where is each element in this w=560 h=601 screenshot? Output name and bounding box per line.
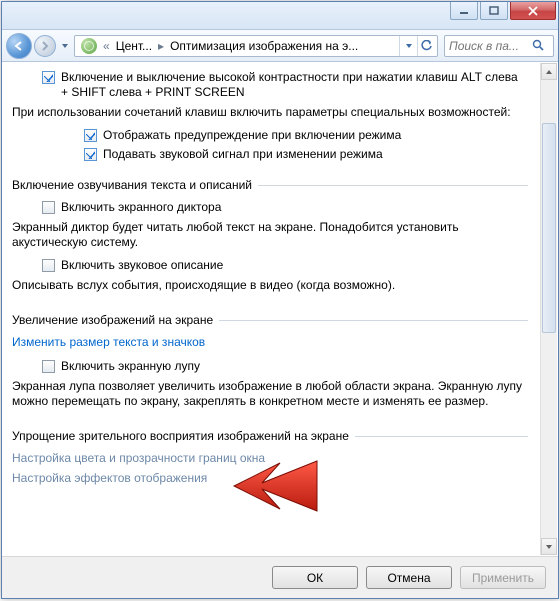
checkbox-narrator[interactable] bbox=[42, 201, 55, 214]
label-audio-description: Включить звуковое описание bbox=[61, 258, 223, 273]
titlebar bbox=[2, 2, 558, 30]
apply-button[interactable]: Применить bbox=[460, 566, 546, 589]
address-dropdown[interactable] bbox=[399, 36, 417, 56]
address-bar[interactable]: « Цент... ▸ Оптимизация изображения на э… bbox=[74, 35, 438, 57]
checkbox-audio-description[interactable] bbox=[42, 259, 55, 272]
checkbox-magnifier[interactable] bbox=[42, 360, 55, 373]
search-icon bbox=[529, 37, 547, 55]
scroll-down-button[interactable] bbox=[541, 538, 557, 555]
refresh-button[interactable] bbox=[417, 36, 435, 56]
navbar: « Цент... ▸ Оптимизация изображения на э… bbox=[2, 30, 558, 62]
divider bbox=[258, 185, 528, 186]
cancel-button[interactable]: Отмена bbox=[366, 566, 452, 589]
link-display-effects[interactable]: Настройка эффектов отображения bbox=[12, 471, 207, 485]
maximize-button[interactable] bbox=[480, 2, 508, 20]
desc-high-contrast: При использовании сочетаний клавиш включ… bbox=[12, 102, 528, 126]
content-area: Включение и выключение высокой контрастн… bbox=[2, 62, 558, 556]
breadcrumb-sep-icon: « bbox=[101, 39, 112, 53]
scrollbar-thumb[interactable] bbox=[542, 123, 556, 333]
breadcrumb-seg-1[interactable]: Цент... bbox=[112, 39, 156, 53]
dialog-footer: ОК Отмена Применить bbox=[2, 556, 558, 598]
link-resize-text-icons[interactable]: Изменить размер текста и значков bbox=[12, 335, 205, 349]
divider bbox=[355, 436, 528, 437]
nav-back-button[interactable] bbox=[6, 33, 32, 59]
desc-magnifier: Экранная лупа позволяет увеличить изобра… bbox=[12, 376, 528, 415]
nav-history-dropdown[interactable] bbox=[58, 33, 72, 59]
divider bbox=[219, 320, 528, 321]
close-button[interactable] bbox=[510, 2, 556, 20]
minimize-button[interactable] bbox=[450, 2, 478, 20]
checkbox-play-sound[interactable] bbox=[84, 148, 97, 161]
checkbox-show-warning[interactable] bbox=[84, 129, 97, 142]
chevron-right-icon: ▸ bbox=[156, 39, 166, 53]
label-narrator: Включить экранного диктора bbox=[61, 200, 221, 215]
desc-audio-description: Описывать вслух события, происходящие в … bbox=[12, 275, 528, 299]
label-show-warning: Отображать предупреждение при включении … bbox=[103, 128, 401, 143]
label-high-contrast-toggle: Включение и выключение высокой контрастн… bbox=[61, 70, 528, 100]
ok-button[interactable]: ОК bbox=[272, 566, 358, 589]
label-magnifier: Включить экранную лупу bbox=[61, 359, 200, 374]
desc-narrator: Экранный диктор будет читать любой текст… bbox=[12, 217, 528, 256]
breadcrumb-seg-2[interactable]: Оптимизация изображения на э... bbox=[166, 39, 362, 53]
checkbox-high-contrast-toggle[interactable] bbox=[42, 71, 55, 84]
vertical-scrollbar[interactable] bbox=[540, 63, 557, 555]
section-title-narration: Включение озвучивания текста и описаний bbox=[12, 178, 252, 192]
scroll-up-button[interactable] bbox=[541, 63, 557, 80]
control-panel-icon bbox=[81, 38, 97, 54]
link-window-border-color[interactable]: Настройка цвета и прозрачности границ ок… bbox=[12, 451, 265, 465]
window-frame: « Цент... ▸ Оптимизация изображения на э… bbox=[1, 1, 559, 599]
nav-forward-button[interactable] bbox=[34, 35, 56, 57]
search-input[interactable] bbox=[445, 39, 529, 53]
section-title-simplify: Упрощение зрительного восприятия изображ… bbox=[12, 429, 349, 443]
search-box[interactable] bbox=[444, 35, 554, 57]
section-title-magnify: Увеличение изображений на экране bbox=[12, 313, 213, 327]
label-play-sound: Подавать звуковой сигнал при изменении р… bbox=[103, 147, 383, 162]
